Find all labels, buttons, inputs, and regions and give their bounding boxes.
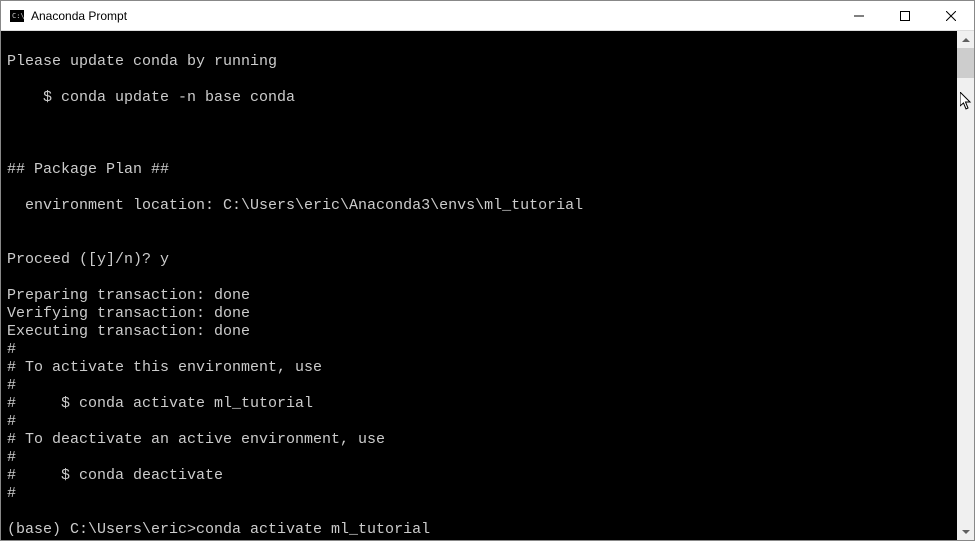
vertical-scrollbar[interactable] [957, 31, 974, 540]
terminal-line: Proceed ([y]/n)? y [7, 251, 169, 268]
terminal-line: # To deactivate an active environment, u… [7, 431, 385, 448]
terminal-line: Please update conda by running [7, 53, 277, 70]
svg-text:C:\: C:\ [12, 12, 24, 20]
close-button[interactable] [928, 1, 974, 31]
terminal-output[interactable]: Please update conda by running $ conda u… [1, 31, 957, 540]
terminal-line: Verifying transaction: done [7, 305, 250, 322]
terminal-line: (base) C:\Users\eric>conda activate ml_t… [7, 521, 430, 538]
terminal-line: # [7, 341, 16, 358]
terminal-line: # $ conda activate ml_tutorial [7, 395, 313, 412]
terminal-icon: C:\ [9, 8, 25, 24]
terminal-line: # [7, 449, 16, 466]
maximize-button[interactable] [882, 1, 928, 31]
terminal-line: environment location: C:\Users\eric\Anac… [7, 197, 583, 214]
terminal-line: Preparing transaction: done [7, 287, 250, 304]
terminal-line: $ conda update -n base conda [7, 89, 295, 106]
terminal-line: Executing transaction: done [7, 323, 250, 340]
terminal-line: # [7, 413, 16, 430]
terminal-line: # To activate this environment, use [7, 359, 322, 376]
scroll-thumb[interactable] [957, 48, 974, 78]
terminal-line: # $ conda deactivate [7, 467, 223, 484]
window-title: Anaconda Prompt [31, 9, 127, 23]
terminal-line: # [7, 485, 16, 502]
terminal-line: # [7, 377, 16, 394]
scroll-up-arrow[interactable] [957, 31, 974, 48]
terminal-container: Please update conda by running $ conda u… [1, 31, 974, 540]
terminal-line: ## Package Plan ## [7, 161, 169, 178]
window-titlebar: C:\ Anaconda Prompt [1, 1, 974, 31]
scroll-down-arrow[interactable] [957, 523, 974, 540]
minimize-button[interactable] [836, 1, 882, 31]
